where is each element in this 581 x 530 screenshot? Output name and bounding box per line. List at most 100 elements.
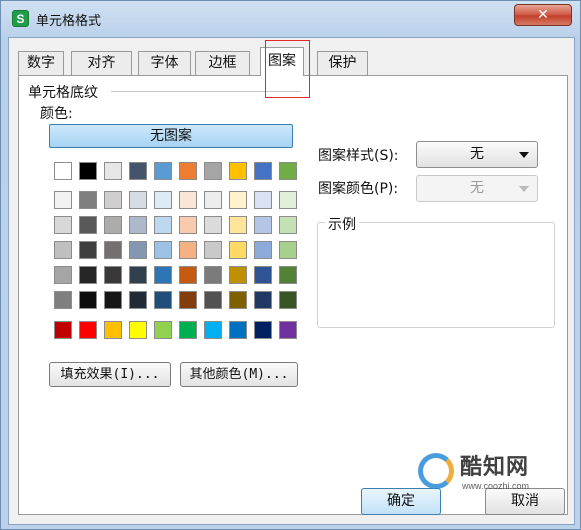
color-swatch[interactable] [154,321,172,339]
close-button[interactable]: ✕ [514,4,572,26]
pattern-color-value: 无 [470,180,484,196]
color-swatch[interactable] [54,266,72,284]
color-label: 颜色: [40,106,73,122]
pattern-color-label: 图案颜色(P): [318,181,399,197]
sample-label: 示例 [325,214,359,234]
color-swatch[interactable] [179,266,197,284]
title-bar[interactable]: S 单元格格式 ✕ [1,1,581,37]
color-swatch[interactable] [204,162,222,180]
color-swatch[interactable] [179,291,197,309]
color-swatch[interactable] [279,191,297,209]
color-swatch[interactable] [229,266,247,284]
color-swatch[interactable] [129,321,147,339]
color-swatch[interactable] [179,321,197,339]
color-swatch[interactable] [129,241,147,259]
color-swatch[interactable] [104,191,122,209]
color-swatch[interactable] [229,216,247,234]
color-swatch[interactable] [129,191,147,209]
color-swatch[interactable] [129,162,147,180]
watermark-name: 酷知网 [460,455,530,480]
color-swatch[interactable] [54,216,72,234]
color-swatch[interactable] [279,321,297,339]
color-swatch[interactable] [104,241,122,259]
color-swatch[interactable] [104,266,122,284]
color-swatch[interactable] [229,241,247,259]
watermark-logo-icon [418,453,454,489]
color-swatch[interactable] [154,291,172,309]
sample-preview [317,222,555,328]
window-title: 单元格格式 [36,14,102,29]
color-swatch[interactable] [154,216,172,234]
dialog-window: S 单元格格式 ✕ 数字 对齐 字体 边框 图案 保护 单元格底纹 颜色: 无图… [0,0,581,530]
color-swatch[interactable] [279,291,297,309]
pattern-color-select: 无 [416,175,538,202]
color-swatch[interactable] [104,291,122,309]
color-swatch[interactable] [279,266,297,284]
tab-font[interactable]: 字体 [138,51,191,75]
color-swatch[interactable] [254,191,272,209]
color-swatch[interactable] [79,266,97,284]
color-swatch[interactable] [54,241,72,259]
color-swatch[interactable] [79,291,97,309]
color-swatch[interactable] [54,321,72,339]
color-swatch[interactable] [154,191,172,209]
tab-alignment[interactable]: 对齐 [71,51,132,75]
red-highlight-box [265,40,310,98]
color-swatch[interactable] [129,291,147,309]
color-swatch[interactable] [179,241,197,259]
color-swatch[interactable] [229,291,247,309]
tab-border[interactable]: 边框 [195,51,250,75]
chevron-down-icon [519,152,529,158]
color-swatch[interactable] [229,162,247,180]
color-swatch[interactable] [104,216,122,234]
no-pattern-button[interactable]: 无图案 [49,124,293,148]
pattern-style-value: 无 [470,146,484,162]
color-swatch[interactable] [204,321,222,339]
color-swatch[interactable] [254,241,272,259]
color-swatch[interactable] [279,241,297,259]
color-swatch[interactable] [254,162,272,180]
color-swatch[interactable] [179,216,197,234]
watermark: 酷知网 www.coozhi.com [414,449,572,509]
more-colors-button[interactable]: 其他颜色(M)... [180,362,298,387]
color-swatch[interactable] [79,162,97,180]
tab-number[interactable]: 数字 [18,51,64,75]
color-swatch[interactable] [54,291,72,309]
watermark-url: www.coozhi.com [462,481,530,491]
color-swatch[interactable] [179,191,197,209]
color-swatch[interactable] [154,241,172,259]
color-swatch[interactable] [179,162,197,180]
color-swatch[interactable] [204,291,222,309]
app-logo-icon: S [12,10,29,27]
color-swatch[interactable] [154,162,172,180]
color-swatch[interactable] [79,241,97,259]
color-swatch[interactable] [79,216,97,234]
color-swatch[interactable] [204,266,222,284]
color-swatch[interactable] [279,216,297,234]
color-swatch[interactable] [104,321,122,339]
color-swatch[interactable] [129,216,147,234]
color-swatch[interactable] [79,191,97,209]
cell-shading-group-title: 单元格底纹 [28,82,102,102]
color-swatch[interactable] [254,321,272,339]
color-swatch[interactable] [229,321,247,339]
color-swatch[interactable] [254,291,272,309]
color-swatch[interactable] [204,191,222,209]
color-swatch[interactable] [254,216,272,234]
color-swatch[interactable] [79,321,97,339]
color-swatch[interactable] [204,241,222,259]
color-swatch[interactable] [104,162,122,180]
color-swatch[interactable] [254,266,272,284]
pattern-style-label: 图案样式(S): [318,148,399,164]
fill-effects-button[interactable]: 填充效果(I)... [49,362,171,387]
color-swatch[interactable] [129,266,147,284]
color-swatch[interactable] [229,191,247,209]
color-swatch[interactable] [204,216,222,234]
color-swatch[interactable] [54,162,72,180]
color-swatch[interactable] [54,191,72,209]
color-swatch[interactable] [154,266,172,284]
pattern-style-select[interactable]: 无 [416,141,538,168]
tab-protection[interactable]: 保护 [317,51,368,75]
chevron-down-icon [519,186,529,192]
color-swatch[interactable] [279,162,297,180]
